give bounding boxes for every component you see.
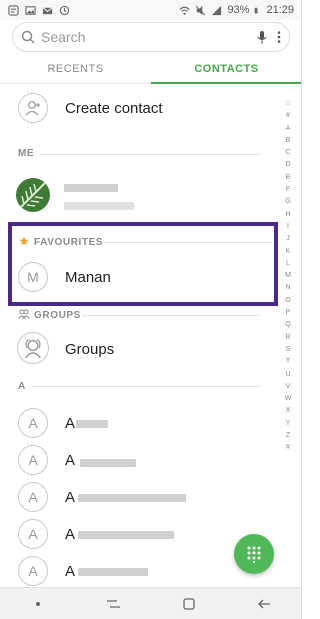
index-letter[interactable]: U <box>281 369 295 381</box>
groups-small-icon <box>18 309 30 319</box>
home-icon <box>183 597 195 610</box>
contact-initial-avatar: A <box>18 445 48 475</box>
contact-initial-avatar: A <box>18 482 48 512</box>
profile-name-redacted <box>64 184 118 192</box>
section-groups-divider <box>82 315 260 316</box>
index-letter[interactable]: X <box>281 405 295 417</box>
index-letter[interactable]: I <box>281 221 295 233</box>
add-person-icon <box>18 93 48 123</box>
index-letter[interactable]: Y <box>281 418 295 430</box>
dialpad-icon <box>247 546 261 563</box>
contact-initial-avatar: A <box>18 408 48 438</box>
favourites-highlight-box <box>8 222 278 306</box>
index-letter[interactable]: H <box>281 209 295 221</box>
index-letter[interactable]: G <box>281 196 295 208</box>
section-me-divider <box>40 154 260 155</box>
index-letter[interactable]: L <box>281 258 295 270</box>
contact-name: A <box>65 489 76 506</box>
home-button[interactable] <box>174 592 204 616</box>
index-letter[interactable]: N <box>281 282 295 294</box>
dot-icon <box>35 601 40 606</box>
groups-row[interactable]: Groups <box>0 332 278 366</box>
contact-name-redacted <box>76 420 108 428</box>
index-letter[interactable]: # <box>281 442 295 454</box>
contact-name: A <box>65 526 76 543</box>
contact-name-redacted <box>78 531 174 539</box>
section-groups-header: GROUPS <box>34 310 81 321</box>
index-letter[interactable]: D <box>281 159 295 171</box>
index-letter[interactable]: M <box>281 270 295 282</box>
index-letter[interactable]: C <box>281 147 295 159</box>
contact-initial-avatar: A <box>18 556 48 586</box>
index-letter[interactable]: B <box>281 135 295 147</box>
back-button[interactable] <box>249 592 279 616</box>
index-letter[interactable]: K <box>281 246 295 258</box>
contact-row[interactable]: A A <box>0 445 278 477</box>
index-letter[interactable]: P <box>281 307 295 319</box>
section-a-divider <box>32 386 260 387</box>
index-letter[interactable]: S <box>281 344 295 356</box>
profile-detail-redacted <box>64 202 134 210</box>
index-letter[interactable]: O <box>281 295 295 307</box>
groups-label: Groups <box>65 341 115 358</box>
index-letter[interactable]: # <box>281 110 295 122</box>
index-letter[interactable]: V <box>281 381 295 393</box>
index-letter[interactable]: ☆ <box>281 98 295 110</box>
profile-photo-avatar <box>16 178 50 212</box>
index-letter[interactable]: R <box>281 332 295 344</box>
section-a-header: A <box>18 381 26 392</box>
system-navigation-bar <box>0 587 302 619</box>
index-letter[interactable]: T <box>281 356 295 368</box>
dialpad-button[interactable] <box>234 534 274 574</box>
right-border <box>301 0 302 619</box>
contact-initial-avatar: A <box>18 519 48 549</box>
back-arrow-icon <box>258 599 271 608</box>
groups-icon <box>17 332 49 364</box>
index-letter[interactable]: F <box>281 184 295 196</box>
my-profile-row[interactable] <box>0 178 278 214</box>
index-letter[interactable]: E <box>281 172 295 184</box>
contact-row[interactable]: A A <box>0 482 278 514</box>
contact-name-redacted <box>80 459 136 467</box>
nav-dot-button[interactable] <box>23 592 53 616</box>
contact-name: A <box>65 452 76 469</box>
create-contact-label: Create contact <box>65 100 163 117</box>
index-letter[interactable]: J <box>281 233 295 245</box>
index-letter[interactable]: Z <box>281 430 295 442</box>
contact-row[interactable]: A A <box>0 408 278 440</box>
index-letter[interactable]: Q <box>281 319 295 331</box>
recent-apps-icon <box>107 599 120 608</box>
index-letter[interactable]: W <box>281 393 295 405</box>
contact-name-redacted <box>78 568 148 576</box>
recent-apps-button[interactable] <box>98 592 128 616</box>
section-me-header: ME <box>18 148 35 159</box>
alphabet-index-scroller[interactable]: ☆ # A B C D E F G H I J K L M N O P Q R … <box>281 98 295 455</box>
contact-name: A <box>65 563 76 580</box>
create-contact-row[interactable]: Create contact <box>0 93 278 125</box>
contact-name: A <box>65 415 76 432</box>
index-letter[interactable]: A <box>281 123 295 135</box>
contact-name-redacted <box>78 494 186 502</box>
